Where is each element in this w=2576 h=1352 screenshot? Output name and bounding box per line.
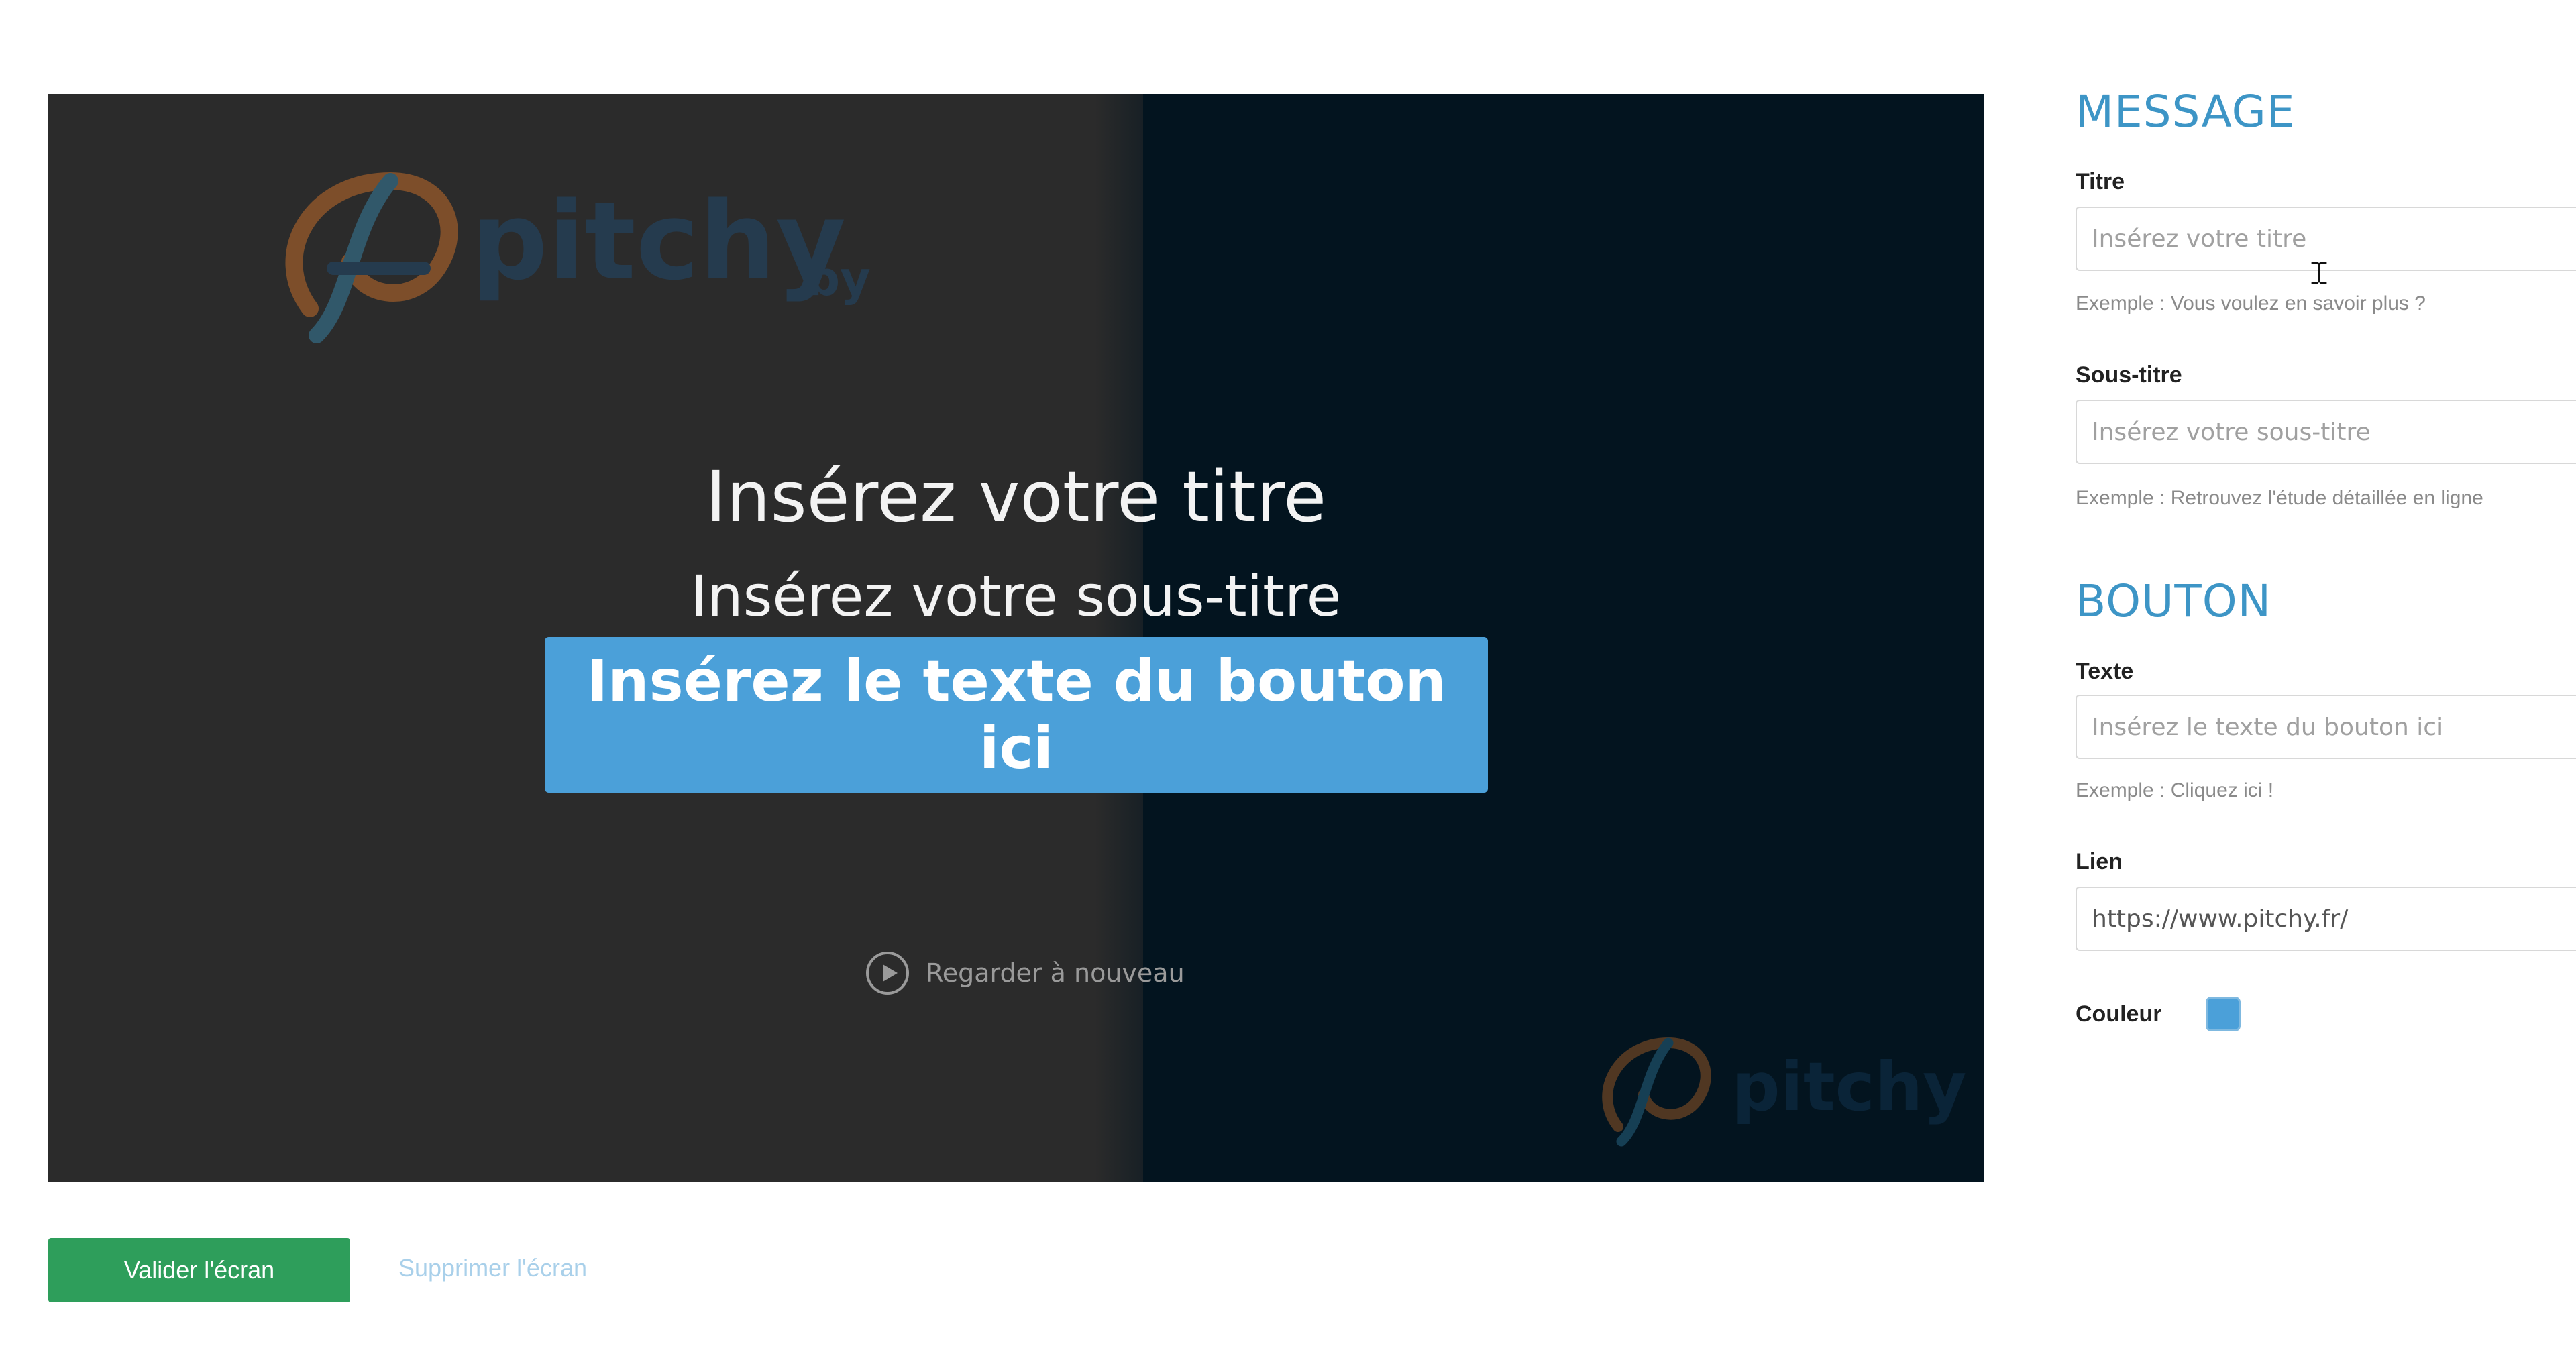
subtitle-hint: Exemple : Retrouvez l'étude détaillée en… [2076, 487, 2483, 509]
screen-preview: pitchy by pitchy Insérez votre titre Ins… [48, 94, 1984, 1182]
settings-form: MESSAGE Titre Exemple : Vous voulez en s… [2076, 0, 2576, 1352]
replay-link[interactable]: Regarder à nouveau [864, 950, 1185, 997]
link-input[interactable] [2076, 887, 2576, 951]
link-label: Lien [2076, 849, 2123, 875]
color-swatch[interactable] [2206, 997, 2241, 1031]
logo-suffix: by [806, 251, 871, 306]
title-hint: Exemple : Vous voulez en savoir plus ? [2076, 292, 2426, 315]
pitchy-logo: pitchy by [270, 154, 907, 355]
screen-editor: pitchy by pitchy Insérez votre titre Ins… [0, 0, 2576, 1352]
message-section-heading: MESSAGE [2076, 86, 2296, 137]
subtitle-label: Sous-titre [2076, 362, 2182, 388]
title-label: Titre [2076, 169, 2125, 194]
pitchy-logo-watermark: pitchy [1591, 1026, 1967, 1153]
text-hint: Exemple : Cliquez ici ! [2076, 779, 2274, 801]
button-text-input[interactable] [2076, 695, 2576, 759]
preview-subtitle: Insérez votre sous-titre [690, 563, 1342, 629]
text-cursor-icon [2311, 262, 2327, 284]
preview-title: Insérez votre titre [705, 456, 1327, 538]
button-section-heading: BOUTON [2076, 575, 2272, 627]
color-label: Couleur [2076, 1001, 2162, 1027]
play-circle-icon [866, 952, 909, 995]
svg-text:pitchy: pitchy [1732, 1048, 1966, 1126]
preview-cta-button[interactable]: Insérez le texte du bouton ici [545, 637, 1488, 793]
delete-screen-link[interactable]: Supprimer l'écran [398, 1254, 587, 1282]
validate-screen-button[interactable]: Valider l'écran [48, 1238, 350, 1302]
replay-label: Regarder à nouveau [926, 958, 1185, 988]
subtitle-input[interactable] [2076, 400, 2576, 464]
logo-wordmark: pitchy [471, 178, 846, 304]
color-row: Couleur [2076, 997, 2241, 1031]
text-label: Texte [2076, 659, 2134, 684]
